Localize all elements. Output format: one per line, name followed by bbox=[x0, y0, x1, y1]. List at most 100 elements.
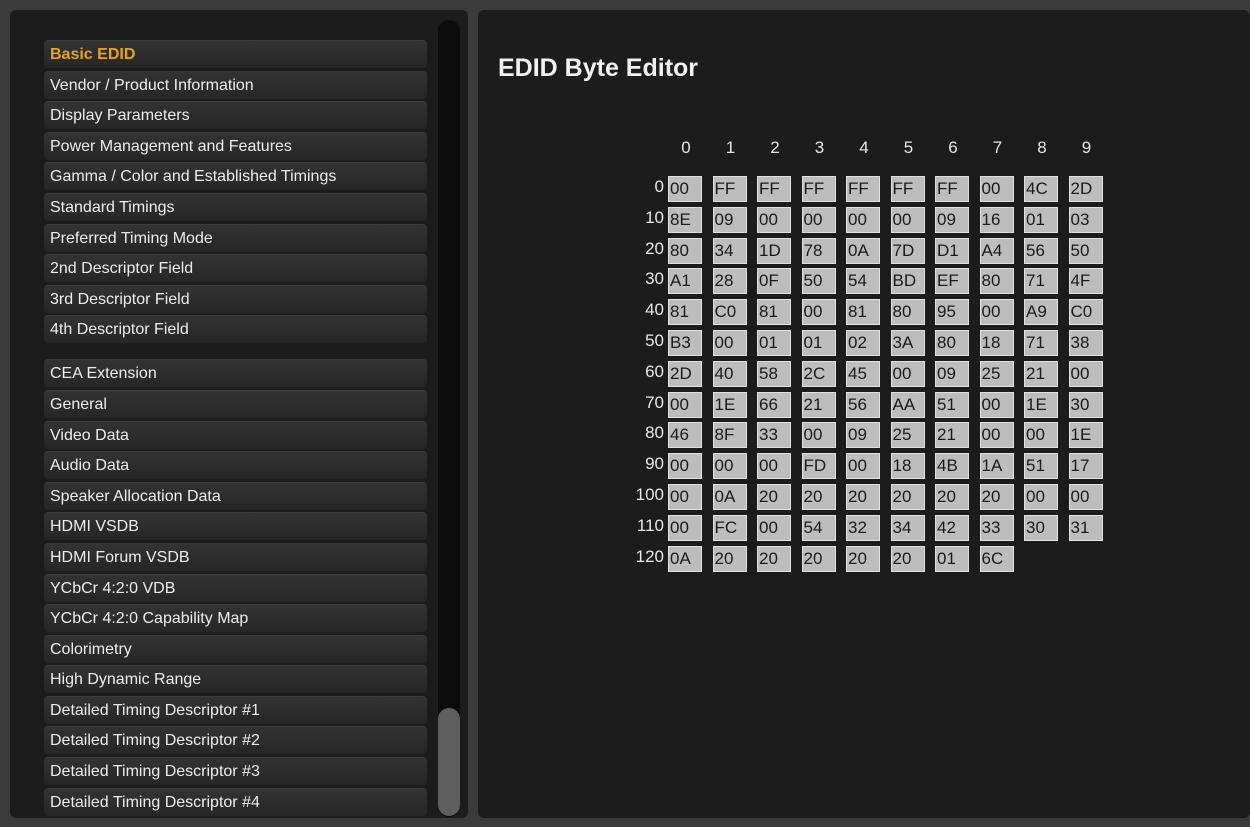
byte-cell[interactable]: 17 bbox=[1068, 453, 1103, 480]
byte-cell[interactable]: 01 bbox=[757, 330, 791, 356]
byte-cell[interactable]: 00 bbox=[801, 206, 836, 233]
byte-cell[interactable]: B3 bbox=[668, 330, 702, 356]
sidebar-item-ycbcr-4-2-0-capability-map[interactable]: YCbCr 4:2:0 Capability Map bbox=[44, 604, 427, 633]
byte-cell[interactable]: 00 bbox=[801, 422, 836, 449]
byte-cell[interactable]: 56 bbox=[846, 391, 880, 418]
byte-cell[interactable]: 28 bbox=[712, 268, 747, 295]
byte-cell[interactable]: 51 bbox=[1024, 453, 1058, 480]
byte-cell[interactable]: 54 bbox=[801, 514, 836, 541]
byte-cell[interactable]: 34 bbox=[712, 237, 747, 264]
sidebar-item-basic-edid[interactable]: Basic EDID bbox=[44, 40, 427, 68]
byte-cell[interactable]: 21 bbox=[801, 391, 836, 418]
byte-cell[interactable]: A9 bbox=[1024, 299, 1058, 326]
byte-cell[interactable]: 09 bbox=[712, 206, 747, 233]
byte-cell[interactable]: 00 bbox=[668, 176, 702, 202]
byte-cell[interactable]: 20 bbox=[757, 545, 791, 572]
byte-cell[interactable]: 21 bbox=[1024, 360, 1058, 387]
byte-cell[interactable]: 20 bbox=[846, 545, 880, 572]
byte-cell[interactable]: 1E bbox=[1068, 422, 1103, 449]
sidebar-item-display-parameters[interactable]: Display Parameters bbox=[44, 101, 427, 130]
byte-cell[interactable]: 20 bbox=[846, 484, 880, 510]
sidebar-item-3rd-descriptor-field[interactable]: 3rd Descriptor Field bbox=[44, 284, 427, 313]
byte-cell[interactable]: 21 bbox=[935, 422, 969, 449]
byte-cell[interactable]: 00 bbox=[890, 360, 925, 387]
byte-cell[interactable]: 80 bbox=[668, 237, 702, 264]
byte-cell[interactable]: 71 bbox=[1024, 268, 1058, 295]
byte-cell[interactable]: 38 bbox=[1068, 330, 1103, 356]
byte-cell[interactable]: 46 bbox=[668, 422, 702, 449]
sidebar-item-2nd-descriptor-field[interactable]: 2nd Descriptor Field bbox=[44, 254, 427, 283]
sidebar-item-preferred-timing-mode[interactable]: Preferred Timing Mode bbox=[44, 223, 427, 252]
sidebar-item-standard-timings[interactable]: Standard Timings bbox=[44, 192, 427, 221]
byte-cell[interactable]: 2C bbox=[801, 360, 836, 387]
byte-cell[interactable]: 4B bbox=[935, 453, 969, 480]
byte-cell[interactable]: 1E bbox=[712, 391, 747, 418]
byte-cell[interactable]: 4F bbox=[1068, 268, 1103, 295]
sidebar-item-speaker-allocation-data[interactable]: Speaker Allocation Data bbox=[44, 481, 427, 510]
byte-cell[interactable]: 00 bbox=[846, 206, 880, 233]
byte-cell[interactable]: 00 bbox=[801, 299, 836, 326]
byte-cell[interactable]: A4 bbox=[979, 237, 1014, 264]
byte-cell[interactable]: 00 bbox=[712, 330, 747, 356]
byte-cell[interactable]: AA bbox=[890, 391, 925, 418]
byte-cell[interactable]: 54 bbox=[846, 268, 880, 295]
byte-cell[interactable]: 25 bbox=[979, 360, 1014, 387]
byte-cell[interactable]: 00 bbox=[757, 206, 791, 233]
byte-cell[interactable]: 00 bbox=[1068, 484, 1103, 510]
byte-cell[interactable]: 2D bbox=[1068, 176, 1103, 202]
byte-cell[interactable]: BD bbox=[890, 268, 925, 295]
sidebar-item-detailed-timing-descriptor-1[interactable]: Detailed Timing Descriptor #1 bbox=[44, 695, 427, 724]
byte-cell[interactable]: 18 bbox=[890, 453, 925, 480]
byte-cell[interactable]: 81 bbox=[846, 299, 880, 326]
sidebar-item-detailed-timing-descriptor-2[interactable]: Detailed Timing Descriptor #2 bbox=[44, 726, 427, 755]
sidebar-item-hdmi-vsdb[interactable]: HDMI VSDB bbox=[44, 512, 427, 541]
byte-cell[interactable]: 81 bbox=[668, 299, 702, 326]
byte-cell[interactable]: 01 bbox=[935, 545, 969, 572]
byte-cell[interactable]: 00 bbox=[668, 514, 702, 541]
byte-cell[interactable]: EF bbox=[935, 268, 969, 295]
nav-scrollbar[interactable] bbox=[438, 20, 460, 817]
byte-cell[interactable]: 66 bbox=[757, 391, 791, 418]
byte-cell[interactable]: FF bbox=[935, 176, 969, 202]
byte-cell[interactable]: FF bbox=[801, 176, 836, 202]
byte-cell[interactable]: 80 bbox=[890, 299, 925, 326]
byte-cell[interactable]: 20 bbox=[801, 484, 836, 510]
byte-cell[interactable]: 7D bbox=[890, 237, 925, 264]
byte-cell[interactable]: FC bbox=[712, 514, 747, 541]
byte-cell[interactable]: 09 bbox=[846, 422, 880, 449]
byte-cell[interactable]: 00 bbox=[979, 391, 1014, 418]
byte-cell[interactable]: 00 bbox=[757, 514, 791, 541]
byte-cell[interactable]: 8E bbox=[668, 206, 702, 233]
byte-cell[interactable]: 20 bbox=[890, 545, 925, 572]
nav-scrollbar-thumb[interactable] bbox=[438, 708, 460, 816]
sidebar-item-power-management-and-features[interactable]: Power Management and Features bbox=[44, 131, 427, 160]
byte-cell[interactable]: 50 bbox=[801, 268, 836, 295]
byte-cell[interactable]: 45 bbox=[846, 360, 880, 387]
byte-cell[interactable]: 0F bbox=[757, 268, 791, 295]
byte-cell[interactable]: 00 bbox=[1024, 422, 1058, 449]
byte-cell[interactable]: 33 bbox=[979, 514, 1014, 541]
byte-cell[interactable]: 50 bbox=[1068, 237, 1103, 264]
byte-cell[interactable]: 42 bbox=[935, 514, 969, 541]
byte-cell[interactable]: 09 bbox=[935, 206, 969, 233]
byte-cell[interactable]: 20 bbox=[935, 484, 969, 510]
byte-cell[interactable]: 80 bbox=[935, 330, 969, 356]
byte-cell[interactable]: 6C bbox=[979, 545, 1014, 572]
byte-cell[interactable]: FF bbox=[846, 176, 880, 202]
byte-cell[interactable]: 1A bbox=[979, 453, 1014, 480]
byte-cell[interactable]: 31 bbox=[1068, 514, 1103, 541]
byte-cell[interactable]: 02 bbox=[846, 330, 880, 356]
byte-cell[interactable]: 00 bbox=[890, 206, 925, 233]
sidebar-item-ycbcr-4-2-0-vdb[interactable]: YCbCr 4:2:0 VDB bbox=[44, 573, 427, 602]
byte-cell[interactable]: A1 bbox=[668, 268, 702, 295]
byte-cell[interactable]: 00 bbox=[979, 299, 1014, 326]
byte-cell[interactable]: 2D bbox=[668, 360, 702, 387]
byte-cell[interactable]: 20 bbox=[801, 545, 836, 572]
byte-cell[interactable]: 80 bbox=[979, 268, 1014, 295]
byte-cell[interactable]: 8F bbox=[712, 422, 747, 449]
byte-cell[interactable]: 95 bbox=[935, 299, 969, 326]
byte-cell[interactable]: 3A bbox=[890, 330, 925, 356]
byte-cell[interactable]: 78 bbox=[801, 237, 836, 264]
byte-cell[interactable]: 00 bbox=[1024, 484, 1058, 510]
byte-cell[interactable]: 20 bbox=[979, 484, 1014, 510]
